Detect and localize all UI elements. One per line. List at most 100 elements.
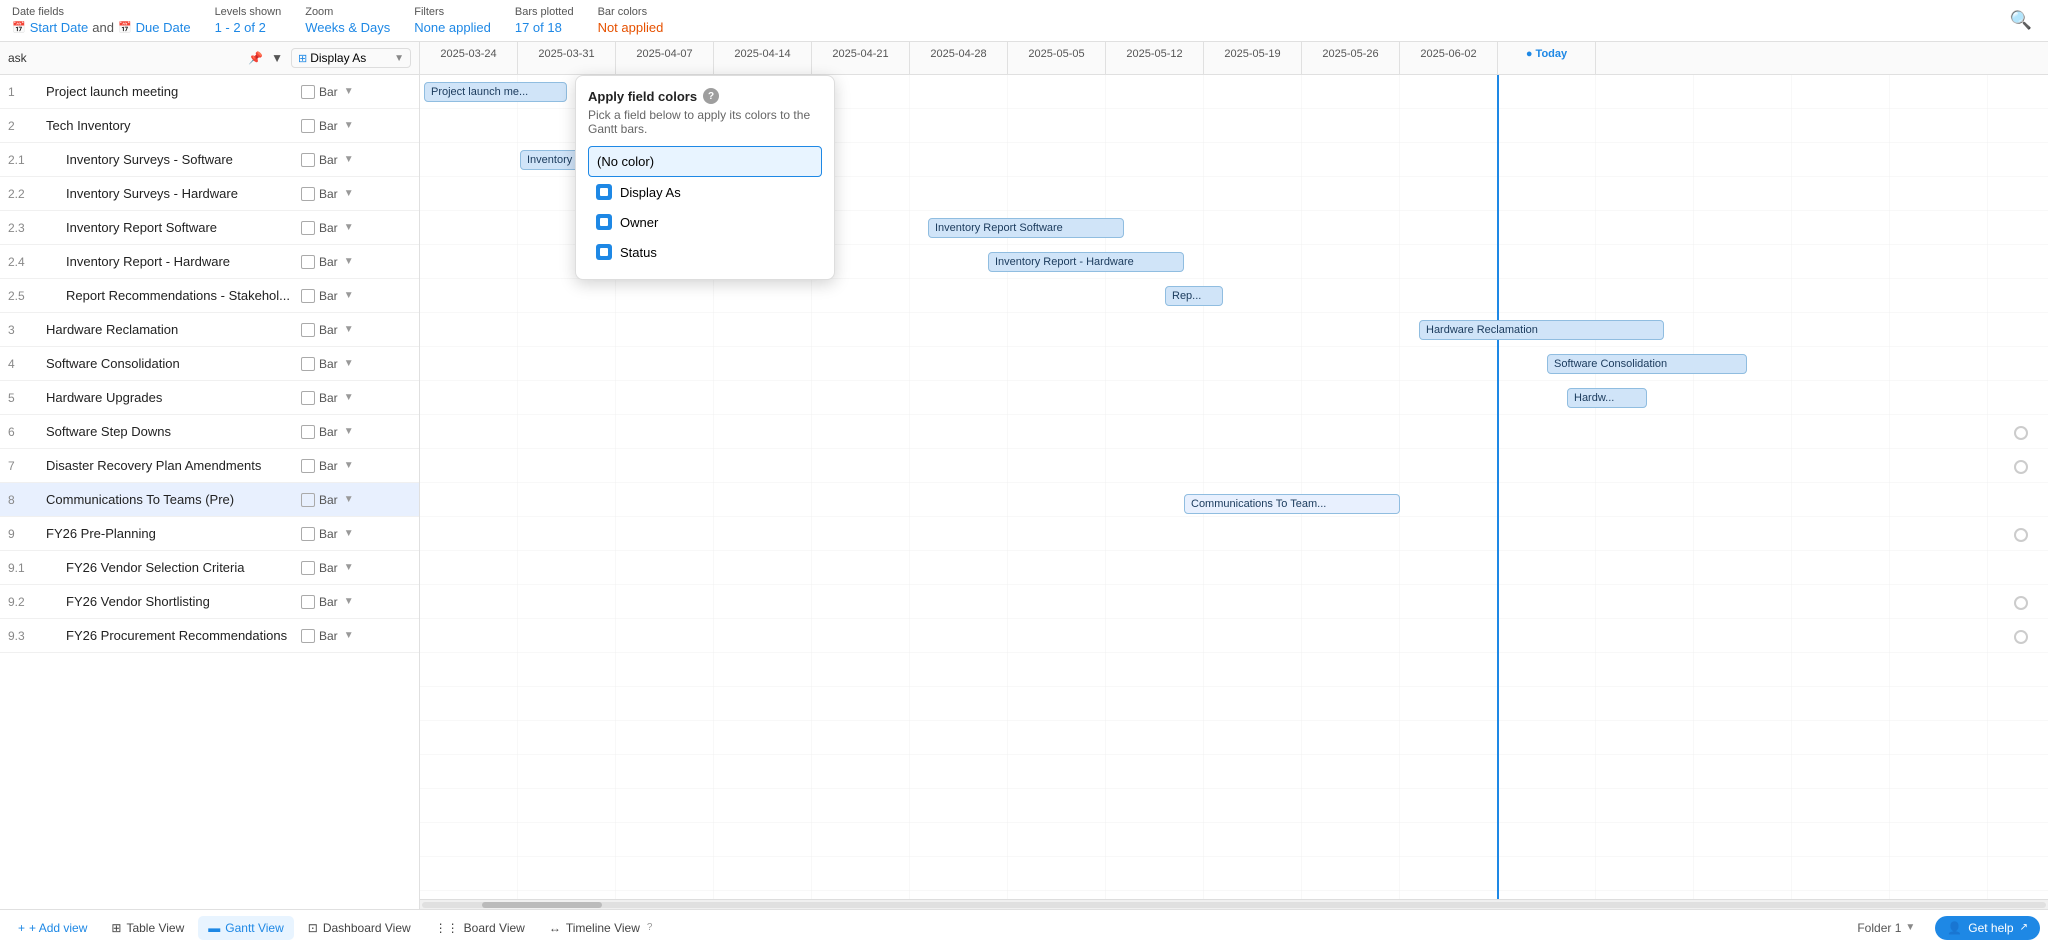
start-date-label[interactable]: Start Date	[30, 20, 89, 35]
levels-value[interactable]: 1 - 2 of 2	[215, 20, 282, 35]
checkbox-icon[interactable]	[301, 425, 315, 439]
timeline-help-icon[interactable]: ?	[647, 922, 653, 933]
task-name[interactable]: FY26 Vendor Shortlisting	[46, 594, 295, 609]
checkbox-icon[interactable]	[301, 629, 315, 643]
task-name[interactable]: Tech Inventory	[46, 118, 295, 133]
task-name[interactable]: Inventory Report Software	[46, 220, 295, 235]
task-name[interactable]: Inventory Surveys - Hardware	[46, 186, 295, 201]
header-sort-icon[interactable]: ▼	[271, 51, 283, 65]
chevron-down-icon[interactable]: ▼	[344, 358, 354, 369]
task-type: Bar ▼	[301, 357, 411, 371]
gantt-bar-2-4[interactable]: Inventory Report - Hardware	[988, 252, 1184, 272]
gantt-bar-4[interactable]: Software Consolidation	[1547, 354, 1747, 374]
task-type-label: Bar	[319, 561, 338, 575]
chevron-down-icon[interactable]: ▼	[344, 460, 354, 471]
table-row: 9.1 FY26 Vendor Selection Criteria Bar ▼	[0, 551, 419, 585]
task-name[interactable]: Hardware Upgrades	[46, 390, 295, 405]
help-circle-icon[interactable]: ?	[703, 88, 719, 104]
chevron-down-icon[interactable]: ▼	[344, 426, 354, 437]
gantt-bar-5[interactable]: Hardw...	[1567, 388, 1647, 408]
checkbox-icon[interactable]	[301, 221, 315, 235]
chevron-down-icon[interactable]: ▼	[344, 562, 354, 573]
checkbox-icon[interactable]	[301, 357, 315, 371]
chevron-down-icon[interactable]: ▼	[344, 494, 354, 505]
tab-gantt-label: Gantt View	[225, 921, 283, 935]
tab-dashboard-view[interactable]: ⊡ Dashboard View	[298, 916, 421, 940]
plus-icon: +	[18, 921, 25, 935]
task-name[interactable]: Communications To Teams (Pre)	[46, 492, 295, 507]
chevron-down-icon[interactable]: ▼	[344, 630, 354, 641]
owner-option[interactable]: Owner	[588, 207, 822, 237]
table-row: 2.5 Report Recommendations - Stakehol...…	[0, 279, 419, 313]
gantt-bar-2-3[interactable]: Inventory Report Software	[928, 218, 1124, 238]
checkbox-icon[interactable]	[301, 561, 315, 575]
task-name[interactable]: Software Step Downs	[46, 424, 295, 439]
checkbox-icon[interactable]	[301, 119, 315, 133]
checkbox-icon[interactable]	[301, 153, 315, 167]
colors-value[interactable]: Not applied	[598, 20, 664, 35]
chevron-down-icon[interactable]: ▼	[344, 222, 354, 233]
task-name[interactable]: FY26 Procurement Recommendations	[46, 628, 295, 643]
checkbox-icon[interactable]	[301, 493, 315, 507]
table-row: 7 Disaster Recovery Plan Amendments Bar …	[0, 449, 419, 483]
tab-timeline-view[interactable]: ↔ Timeline View ?	[539, 916, 663, 940]
task-name[interactable]: Hardware Reclamation	[46, 322, 295, 337]
checkbox-icon[interactable]	[301, 323, 315, 337]
task-name[interactable]: Disaster Recovery Plan Amendments	[46, 458, 295, 473]
gantt-icon: ▬	[208, 921, 220, 935]
chevron-down-icon[interactable]: ▼	[344, 120, 354, 131]
chevron-down-icon[interactable]: ▼	[344, 324, 354, 335]
task-name[interactable]: Inventory Surveys - Software	[46, 152, 295, 167]
calendar-icon: 📅	[12, 21, 26, 34]
filters-group: Filters None applied	[414, 6, 491, 35]
checkbox-icon[interactable]	[301, 289, 315, 303]
chevron-down-icon[interactable]: ▼	[344, 86, 354, 97]
task-name[interactable]: FY26 Vendor Selection Criteria	[46, 560, 295, 575]
task-type-label: Bar	[319, 459, 338, 473]
add-view-button[interactable]: + + Add view	[8, 916, 97, 940]
bars-value[interactable]: 17 of 18	[515, 20, 574, 35]
chevron-down-icon[interactable]: ▼	[344, 596, 354, 607]
checkbox-icon[interactable]	[301, 595, 315, 609]
checkbox-icon[interactable]	[301, 187, 315, 201]
scrollbar-thumb[interactable]	[482, 902, 602, 908]
owner-option-label: Owner	[620, 215, 658, 230]
task-name[interactable]: Report Recommendations - Stakehol...	[46, 288, 295, 303]
get-help-button[interactable]: 👤 Get help ↗	[1935, 916, 2040, 940]
task-name[interactable]: Software Consolidation	[46, 356, 295, 371]
task-name[interactable]: Inventory Report - Hardware	[46, 254, 295, 269]
bottom-bar: + + Add view ⊞ Table View ▬ Gantt View ⊡…	[0, 909, 2048, 945]
chevron-down-icon[interactable]: ▼	[344, 392, 354, 403]
checkbox-icon[interactable]	[301, 459, 315, 473]
due-date-label[interactable]: Due Date	[136, 20, 191, 35]
checkbox-icon[interactable]	[301, 527, 315, 541]
zoom-value[interactable]: Weeks & Days	[305, 20, 390, 35]
task-name[interactable]: FY26 Pre-Planning	[46, 526, 295, 541]
horizontal-scrollbar[interactable]	[420, 899, 2048, 909]
tab-gantt-view[interactable]: ▬ Gantt View	[198, 916, 293, 940]
display-as-option[interactable]: Display As	[588, 177, 822, 207]
task-type: Bar ▼	[301, 119, 411, 133]
task-type-label: Bar	[319, 425, 338, 439]
display-as-dropdown[interactable]: ⊞ Display As ▼	[291, 48, 411, 68]
tab-table-view[interactable]: ⊞ Table View	[101, 916, 194, 940]
chevron-down-icon[interactable]: ▼	[344, 256, 354, 267]
gantt-bar-3[interactable]: Hardware Reclamation	[1419, 320, 1664, 340]
no-color-option[interactable]: (No color)	[588, 146, 822, 177]
checkbox-icon[interactable]	[301, 255, 315, 269]
folder-chevron-icon[interactable]: ▼	[1905, 922, 1915, 933]
gantt-bar-8[interactable]: Communications To Team...	[1184, 494, 1400, 514]
status-option[interactable]: Status	[588, 237, 822, 267]
chevron-down-icon[interactable]: ▼	[344, 154, 354, 165]
checkbox-icon[interactable]	[301, 391, 315, 405]
task-name[interactable]: Project launch meeting	[46, 84, 295, 99]
search-icon[interactable]: 🔍	[2006, 6, 2036, 35]
chevron-down-icon[interactable]: ▼	[344, 528, 354, 539]
chevron-down-icon[interactable]: ▼	[344, 290, 354, 301]
filters-value[interactable]: None applied	[414, 20, 491, 35]
gantt-bar-1[interactable]: Project launch me...	[424, 82, 567, 102]
tab-board-view[interactable]: ⋮⋮ Board View	[425, 916, 535, 940]
chevron-down-icon[interactable]: ▼	[344, 188, 354, 199]
checkbox-icon[interactable]	[301, 85, 315, 99]
gantt-bar-2-5[interactable]: Rep...	[1165, 286, 1223, 306]
